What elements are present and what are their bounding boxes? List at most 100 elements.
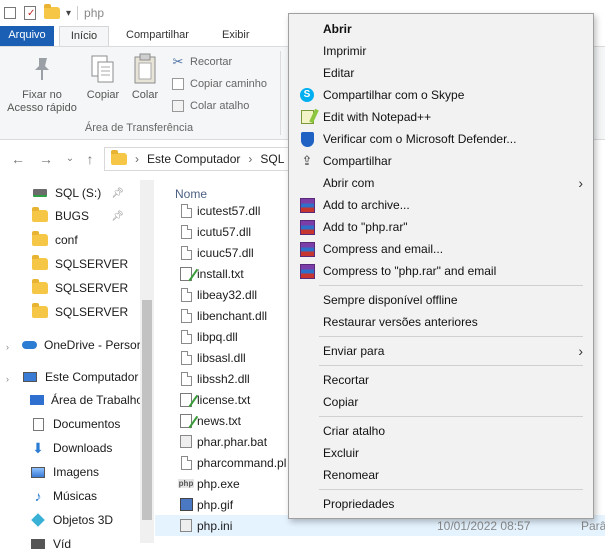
menu-item-abrir[interactable]: Abrir (289, 18, 593, 40)
dll-icon (179, 350, 193, 366)
menu-item-compartilhar[interactable]: ⇪ Compartilhar (289, 150, 593, 172)
tab-file[interactable]: Arquivo (0, 26, 54, 46)
menu-item-label: Edit with Notepad++ (323, 110, 432, 124)
tab-view[interactable]: Exibir (214, 26, 258, 46)
sidebar-item-videos[interactable]: Víd (30, 533, 71, 555)
sidebar-item-sqlserver-2[interactable]: SQLSERVER (32, 277, 128, 299)
sidebar-item-desktop[interactable]: Área de Trabalho (30, 389, 140, 411)
sidebar-item-sql-drive[interactable]: SQL (S:) 📌︎ (32, 182, 140, 204)
menu-item-propriedades[interactable]: Propriedades (289, 493, 593, 515)
sidebar-item-label: Víd (53, 537, 72, 551)
copy-button[interactable]: Copiar (82, 53, 124, 102)
menu-item-criar-atalho[interactable]: Criar atalho (289, 420, 593, 442)
sidebar-item-bugs[interactable]: BUGS 📌︎ (32, 205, 140, 227)
download-icon: ⬇ (32, 439, 44, 456)
menu-item-label: Renomear (323, 468, 380, 482)
sidebar-item-3d-objects[interactable]: Objetos 3D (30, 509, 113, 531)
sidebar-item-sqlserver-1[interactable]: SQLSERVER (32, 253, 128, 275)
menu-item-compress-and-email[interactable]: Compress and email... (289, 238, 593, 260)
copy-path-button[interactable]: Copiar caminho (170, 74, 267, 94)
breadcrumb-computer[interactable]: Este Computador (147, 152, 240, 166)
paste-shortcut-label: Colar atalho (190, 100, 250, 112)
documents-icon (30, 417, 46, 431)
folder-icon (111, 150, 127, 165)
sidebar-item-this-pc[interactable]: Este Computador (22, 366, 140, 388)
sidebar-item-label: Área de Trabalho (51, 393, 140, 407)
expand-chevron-icon[interactable]: › (6, 374, 9, 384)
winrar-icon (299, 197, 315, 213)
paste-shortcut-button[interactable]: Colar atalho (170, 96, 249, 116)
separator (77, 6, 79, 20)
column-header-name[interactable]: Nome (175, 187, 207, 201)
breadcrumb-chevron-icon[interactable]: › (135, 152, 139, 166)
menu-separator (319, 416, 583, 417)
menu-separator (319, 489, 583, 490)
sidebar-scrollbar[interactable] (140, 180, 154, 543)
menu-item-label: Abrir com (323, 176, 375, 190)
menu-item-label: Editar (323, 66, 355, 80)
menu-item-editar[interactable]: Editar (289, 62, 593, 84)
new-folder-icon[interactable] (44, 4, 60, 19)
menu-item-imprimir[interactable]: Imprimir (289, 40, 593, 62)
menu-item-edit-with-notepad[interactable]: Edit with Notepad++ (289, 106, 593, 128)
paste-button[interactable]: Colar (126, 53, 164, 102)
tab-share[interactable]: Compartilhar (118, 26, 197, 46)
breadcrumb-chevron-icon[interactable]: › (248, 152, 252, 166)
videos-icon (30, 537, 46, 551)
tab-home[interactable]: Início (59, 26, 109, 46)
navigation-pane[interactable]: SQL (S:) 📌︎ BUGS 📌︎ conf SQLSERVER SQLSE… (0, 180, 155, 551)
menu-item-label: Propriedades (323, 497, 395, 511)
sidebar-item-onedrive[interactable]: OneDrive - Persor (22, 334, 140, 356)
save-icon[interactable] (4, 7, 16, 19)
menu-item-copiar[interactable]: Copiar (289, 391, 593, 413)
menu-item-excluir[interactable]: Excluir (289, 442, 593, 464)
file-name: icutu57.dll (197, 224, 252, 239)
recent-chevron-icon[interactable]: ⌄ (62, 151, 78, 167)
menu-item-compress-to-php-rar-and-email[interactable]: Compress to "php.rar" and email (289, 260, 593, 282)
sidebar-item-label: BUGS (55, 209, 90, 223)
menu-item-label: Compress to "php.rar" and email (323, 264, 497, 278)
menu-item-restaurar-versoes-anteriores[interactable]: Restaurar versões anteriores (289, 311, 593, 333)
back-arrow-icon[interactable]: ← (10, 151, 26, 167)
txt-icon (179, 266, 193, 282)
chevron-down-icon[interactable]: ▾ (66, 8, 71, 19)
sidebar-item-label: OneDrive - Persor (44, 338, 140, 352)
pin-quick-access-button[interactable]: Fixar no Acesso rápido (6, 53, 78, 115)
menu-item-add-to-archive[interactable]: Add to archive... (289, 194, 593, 216)
sidebar-item-sqlserver-3[interactable]: SQLSERVER (32, 301, 128, 323)
menu-item-label: Recortar (323, 373, 370, 387)
paste-shortcut-icon (170, 98, 186, 114)
menu-item-recortar[interactable]: Recortar (289, 369, 593, 391)
expand-chevron-icon[interactable]: › (6, 342, 9, 352)
sidebar-item-conf[interactable]: conf (32, 229, 78, 251)
menu-item-enviar-para[interactable]: Enviar para › (289, 340, 593, 362)
gif-icon (179, 497, 193, 513)
menu-item-renomear[interactable]: Renomear (289, 464, 593, 486)
file-icon (179, 455, 193, 471)
up-arrow-icon[interactable]: ↑ (82, 151, 98, 167)
sidebar-item-downloads[interactable]: ⬇ Downloads (30, 437, 112, 459)
pin-icon[interactable]: 📌︎ (111, 211, 124, 222)
pin-icon[interactable]: 📌︎ (111, 188, 124, 199)
sidebar-item-documents[interactable]: Documentos (30, 413, 120, 435)
menu-item-add-to-php-rar[interactable]: Add to "php.rar" (289, 216, 593, 238)
sidebar-scroll-thumb[interactable] (142, 300, 152, 520)
menu-item-verificar-com-o-microsoft-defender[interactable]: Verificar com o Microsoft Defender... (289, 128, 593, 150)
menu-item-sempre-disponivel-offline[interactable]: Sempre disponível offline (289, 289, 593, 311)
folder-icon (32, 231, 48, 247)
sidebar-item-music[interactable]: ♪ Músicas (30, 485, 98, 507)
chevron-right-icon: › (578, 343, 583, 359)
forward-arrow-icon[interactable]: → (38, 151, 54, 167)
pin-label-line1: Fixar no (22, 89, 62, 101)
dll-icon (179, 245, 193, 261)
menu-item-abrir-com[interactable]: Abrir com › (289, 172, 593, 194)
menu-item-label: Compartilhar (323, 154, 392, 168)
menu-item-compartilhar-com-o-skype[interactable]: S Compartilhar com o Skype (289, 84, 593, 106)
cut-button[interactable]: ✂ Recortar (170, 52, 233, 72)
file-name: license.txt (197, 392, 251, 407)
breadcrumb-drive[interactable]: SQL ( (260, 152, 291, 166)
properties-icon[interactable]: ✓ (24, 6, 36, 20)
sidebar-item-pictures[interactable]: Imagens (30, 461, 99, 483)
file-name: libeay32.dll (197, 287, 258, 302)
window-title: php (84, 6, 105, 20)
